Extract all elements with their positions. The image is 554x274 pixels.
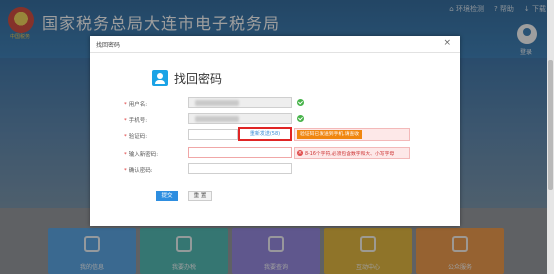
- form-heading: 找回密码: [174, 72, 223, 86]
- check-icon: [297, 115, 304, 122]
- code-input[interactable]: [188, 129, 238, 140]
- dialog-title: 找回密码: [96, 42, 121, 49]
- confirm-password-label: * 确认密码:: [124, 168, 153, 174]
- reset-button[interactable]: 重 置: [188, 191, 212, 201]
- retrieve-password-dialog: 找回密码 × 找回密码 * 用户名: * 手机号: * 验证码: 重新发送(58) 验…: [90, 36, 460, 226]
- scrollbar-thumb[interactable]: [548, 60, 553, 190]
- phone-input[interactable]: [188, 113, 292, 124]
- resend-code-button[interactable]: 重新发送(58): [238, 127, 292, 141]
- password-error: × 8-16个字符,必须包含数字和大、小写字母: [294, 147, 410, 159]
- code-label: * 验证码:: [124, 134, 148, 140]
- submit-button[interactable]: 提交: [156, 191, 178, 201]
- user-icon: [152, 70, 168, 86]
- phone-label: * 手机号:: [124, 118, 148, 124]
- username-input[interactable]: [188, 97, 292, 108]
- new-password-label: * 输入新密码:: [124, 152, 159, 158]
- code-sent-tip: 验证码已发送到手机,请查收: [297, 130, 363, 139]
- username-label: * 用户名:: [124, 102, 148, 108]
- error-icon: ×: [297, 150, 303, 156]
- confirm-password-input[interactable]: [188, 163, 292, 174]
- new-password-input[interactable]: [188, 147, 292, 158]
- close-icon[interactable]: ×: [443, 38, 451, 48]
- dialog-header: 找回密码 ×: [90, 36, 460, 53]
- check-icon: [297, 99, 304, 106]
- password-error-text: 8-16个字符,必须包含数字和大、小写字母: [305, 152, 395, 157]
